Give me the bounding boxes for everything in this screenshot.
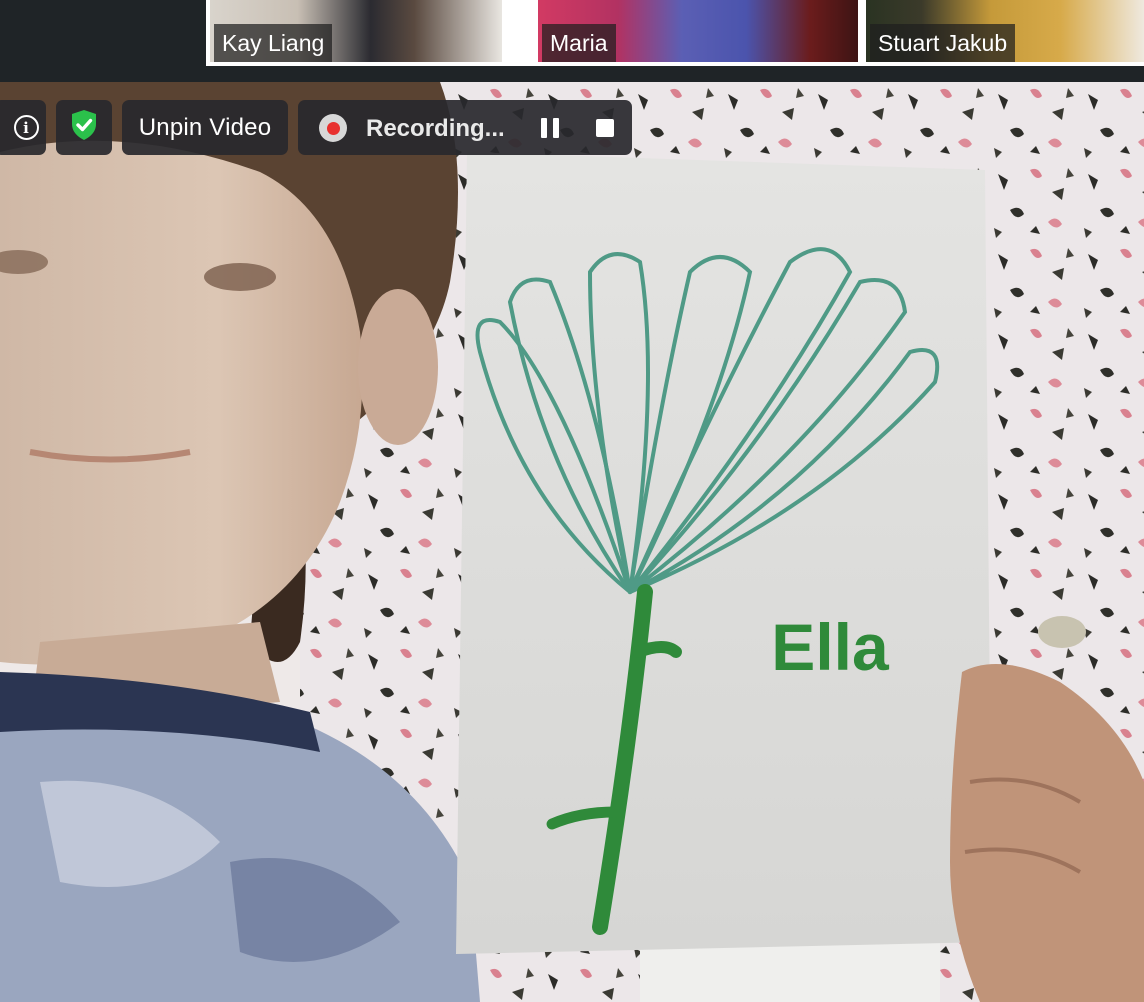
recording-status-label: Recording... [366, 115, 505, 142]
record-icon [319, 114, 347, 142]
stop-recording-button[interactable] [594, 117, 616, 139]
participant-name-label: Stuart Jakub [870, 24, 1016, 62]
zoom-meeting-window: Kay Liang Maria Stuart Jakub Ella i Unpi… [0, 0, 1144, 1002]
pause-icon [541, 118, 547, 138]
meeting-info-button[interactable]: i [0, 100, 46, 155]
participant-name-label: Maria [542, 24, 616, 62]
participant-thumbnail-stuart-jakub[interactable]: Stuart Jakub [866, 0, 1144, 62]
pause-recording-button[interactable] [539, 118, 561, 138]
participant-thumbnail-maria[interactable]: Maria [538, 0, 858, 62]
participant-name-label: Kay Liang [214, 24, 333, 62]
stop-icon [596, 119, 614, 137]
participant-strip: Kay Liang Maria Stuart Jakub [0, 0, 1144, 82]
paper-name-text: Ella [771, 610, 890, 684]
security-status-button[interactable] [56, 100, 112, 155]
unpin-video-button[interactable]: Unpin Video [122, 100, 288, 155]
shield-check-icon [70, 109, 98, 146]
info-icon: i [13, 115, 39, 140]
pinned-video[interactable]: Ella [0, 82, 1144, 1002]
recording-indicator: Recording... [298, 100, 632, 155]
video-frame: Ella [0, 82, 1144, 1002]
participant-thumbnail-kay-liang[interactable]: Kay Liang [210, 0, 502, 62]
